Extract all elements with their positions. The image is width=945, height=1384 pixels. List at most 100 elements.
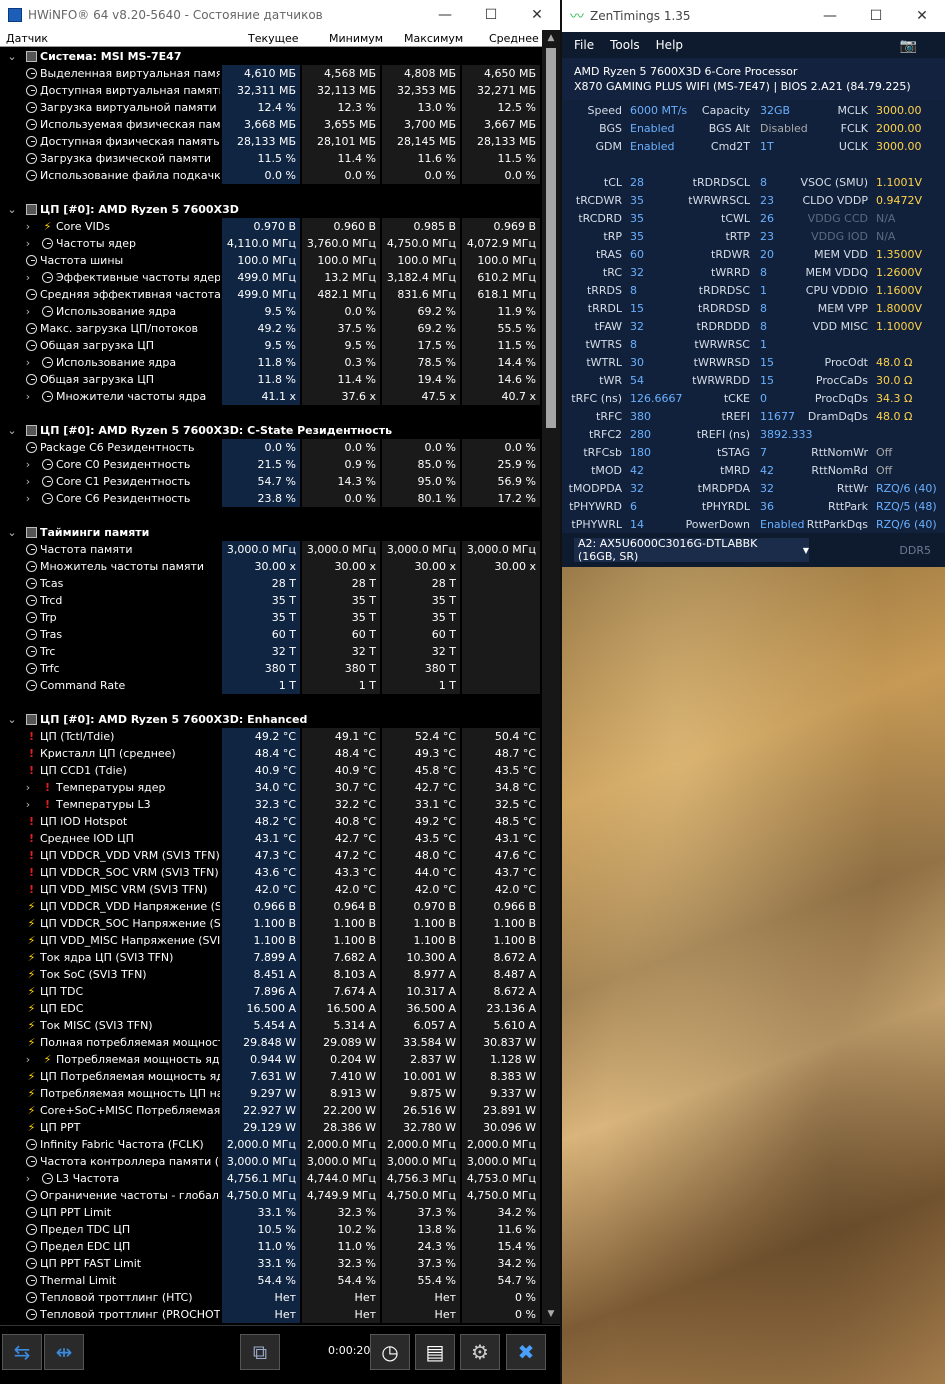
sensor-row[interactable]: ⚡ ЦП TDC 7.896 A 7.674 A 10.317 A 8.672 A bbox=[0, 983, 542, 1000]
sensor-row[interactable]: ⚡ ЦП VDDCR_SOC Напряжение (SV... 1.100 В 1.… bbox=[0, 915, 542, 932]
close-button[interactable]: ✕ bbox=[514, 0, 560, 30]
reset-timer-button[interactable]: ◷ bbox=[370, 1334, 410, 1370]
sensor-group[interactable]: ⌄ Система: MSI MS-7E47 bbox=[0, 48, 542, 65]
sensor-row[interactable]: ⚡ Core+SoC+MISC Потребляемая ... 22.927 W2… bbox=[0, 1102, 542, 1119]
zentimings-titlebar[interactable]: 〰 ZenTimings 1.35 — ☐ ✕ bbox=[562, 0, 945, 32]
expand-chevron-icon[interactable]: › bbox=[22, 456, 34, 473]
column-sensor[interactable]: Датчик bbox=[6, 32, 48, 45]
expand-chevron-icon[interactable]: › bbox=[22, 218, 34, 235]
sensor-row[interactable]: Частота контроллера памяти (U... 3,000.0 … bbox=[0, 1153, 542, 1170]
sensor-row[interactable]: Выделенная виртуальная память 4,610 МБ 4,5… bbox=[0, 65, 542, 82]
sensor-row[interactable]: ЦП PPT FAST Limit 33.1 % 32.3 % 37.3 % 34.2 … bbox=[0, 1255, 542, 1272]
sensor-row[interactable]: ⚡ ЦП Потребляемая мощность яд... 7.631 W 7.… bbox=[0, 1068, 542, 1085]
sensor-group[interactable]: ⌄ ЦП [#0]: AMD Ryzen 5 7600X3D: Enhanced bbox=[0, 711, 542, 728]
sensor-row[interactable]: Общая загрузка ЦП 11.8 % 11.4 % 19.4 % 14.6 … bbox=[0, 371, 542, 388]
close-sensors-button[interactable]: ✖ bbox=[506, 1334, 546, 1370]
column-maximum[interactable]: Максимум bbox=[404, 32, 463, 45]
sensor-row[interactable]: Trfc 380 T 380 T 380 T bbox=[0, 660, 542, 677]
sensor-row[interactable]: ⚡ Потребляемая мощность ЦП на ... 9.297 W8… bbox=[0, 1085, 542, 1102]
sensor-row[interactable]: Infinity Fabric Частота (FCLK) 2,000.0 МГ… bbox=[0, 1136, 542, 1153]
sensor-row[interactable]: › Использование ядра 11.8 % 0.3 % 78.5 % 14.4… bbox=[0, 354, 542, 371]
sensor-row[interactable]: Tcas 28 T 28 T 28 T bbox=[0, 575, 542, 592]
expand-chevron-icon[interactable]: › bbox=[22, 235, 34, 252]
collapse-chevron-icon[interactable]: ⌄ bbox=[6, 711, 18, 728]
sensor-row[interactable]: Thermal Limit 54.4 % 54.4 % 55.4 % 54.7 % bbox=[0, 1272, 542, 1289]
columns-button[interactable]: ⇹ bbox=[44, 1334, 84, 1370]
sensor-row[interactable]: ⚡ Ток SoC (SVI3 TFN) 8.451 A 8.103 A 8.977 A… bbox=[0, 966, 542, 983]
scrollbar-thumb[interactable] bbox=[546, 48, 556, 428]
expand-chevron-icon[interactable]: › bbox=[22, 388, 34, 405]
sensor-row[interactable]: ЦП PPT Limit 33.1 % 32.3 % 37.3 % 34.2 % bbox=[0, 1204, 542, 1221]
sensor-group[interactable]: ⌄ Тайминги памяти bbox=[0, 524, 542, 541]
collapse-chevron-icon[interactable]: ⌄ bbox=[6, 524, 18, 541]
zt-minimize-button[interactable]: — bbox=[807, 1, 853, 31]
collapse-chevron-icon[interactable]: ⌄ bbox=[6, 422, 18, 439]
column-minimum[interactable]: Минимум bbox=[329, 32, 383, 45]
expand-chevron-icon[interactable]: › bbox=[22, 490, 34, 507]
screenshot-camera-icon[interactable]: 📷 bbox=[900, 38, 917, 54]
sensor-row[interactable]: Доступная физическая память 28,133 МБ 28,1… bbox=[0, 133, 542, 150]
sensor-row[interactable]: › Частоты ядер 4,110.0 МГц 3,760.0 МГц 4,750… bbox=[0, 235, 542, 252]
sensor-row[interactable]: Package C6 Резидентность 0.0 % 0.0 % 0.0 % 0… bbox=[0, 439, 542, 456]
sensor-row[interactable]: ⚡ ЦП EDC 16.500 A 16.500 A 36.500 A 23.136 A bbox=[0, 1000, 542, 1017]
sensor-row[interactable]: Общая загрузка ЦП 9.5 % 9.5 % 17.5 % 11.5 % bbox=[0, 337, 542, 354]
sensor-row[interactable]: ! Кристалл ЦП (среднее) 48.4 °C 48.4 °C 49.3… bbox=[0, 745, 542, 762]
sensor-row[interactable]: › Использование ядра 9.5 % 0.0 % 69.2 % 11.9 … bbox=[0, 303, 542, 320]
expand-chevron-icon[interactable]: › bbox=[22, 796, 34, 813]
sensor-row[interactable]: ⚡ Полная потребляемая мощность...29.848 W… bbox=[0, 1034, 542, 1051]
sensor-row[interactable]: Частота шины 100.0 МГц 100.0 МГц 100.0 МГц 1… bbox=[0, 252, 542, 269]
sensor-row[interactable]: › ⚡ Потребляемая мощность ядер 0.944 W 0.204… bbox=[0, 1051, 542, 1068]
zt-maximize-button[interactable]: ☐ bbox=[853, 1, 899, 31]
scroll-down-icon[interactable]: ▼ bbox=[542, 1309, 560, 1319]
sensor-group[interactable]: ⌄ ЦП [#0]: AMD Ryzen 5 7600X3D: C-State Р… bbox=[0, 422, 542, 439]
hwinfo-titlebar[interactable]: HWiNFO® 64 v8.20-5640 - Состояние датчик… bbox=[0, 0, 560, 30]
sensor-row[interactable]: › Core C1 Резидентность 54.7 % 14.3 % 95.0 %… bbox=[0, 473, 542, 490]
expand-chevron-icon[interactable]: › bbox=[22, 354, 34, 371]
sensor-row[interactable]: Использование файла подкачки 0.0 % 0.0 % 0.… bbox=[0, 167, 542, 184]
sensor-row[interactable]: ! ЦП IOD Hotspot 48.2 °C 40.8 °C 49.2 °C 48.5… bbox=[0, 813, 542, 830]
sensor-row[interactable]: Доступная виртуальная память 32,311 МБ 32,… bbox=[0, 82, 542, 99]
sensor-row[interactable]: ! ЦП VDD_MISC VRM (SVI3 TFN) 42.0 °C 42.0 °… bbox=[0, 881, 542, 898]
maximize-button[interactable]: ☐ bbox=[468, 0, 514, 30]
sensor-row[interactable]: › Core C0 Резидентность 21.5 % 0.9 % 85.0 % 2… bbox=[0, 456, 542, 473]
sensor-row[interactable]: Макс. загрузка ЦП/потоков 49.2 % 37.5 % 69.… bbox=[0, 320, 542, 337]
sensor-row[interactable]: Предел TDC ЦП 10.5 % 10.2 % 13.8 % 11.6 % bbox=[0, 1221, 542, 1238]
logging-button[interactable]: ▤ bbox=[415, 1334, 455, 1370]
sensor-row[interactable]: › Множители частоты ядра 41.1 x 37.6 x 47.5 … bbox=[0, 388, 542, 405]
expand-chevron-icon[interactable]: › bbox=[22, 269, 34, 286]
sensor-row[interactable]: › Эффективные частоты ядер 499.0 МГц 13.2 М… bbox=[0, 269, 542, 286]
sensor-row[interactable]: Загрузка виртуальной памяти 12.4 % 12.3 % 1… bbox=[0, 99, 542, 116]
sensor-row[interactable]: Тепловой троттлинг (PROCHOT ... Нет Нет Нет… bbox=[0, 1306, 542, 1323]
sensor-row[interactable]: ⚡ ЦП VDD_MISC Напряжение (SVI3... 1.100 В1… bbox=[0, 932, 542, 949]
sensor-row[interactable]: › Core C6 Резидентность 23.8 % 0.0 % 80.1 % 1… bbox=[0, 490, 542, 507]
sensor-row[interactable]: ⚡ Ток MISC (SVI3 TFN) 5.454 A 5.314 A 6.057 … bbox=[0, 1017, 542, 1034]
sensor-row[interactable]: Trc 32 T 32 T 32 T bbox=[0, 643, 542, 660]
menu-help[interactable]: Help bbox=[656, 38, 683, 52]
expand-chevron-icon[interactable]: › bbox=[22, 473, 34, 490]
column-current[interactable]: Текущее bbox=[248, 32, 299, 45]
sensor-row[interactable]: Предел EDC ЦП 11.0 % 11.0 % 24.3 % 15.4 % bbox=[0, 1238, 542, 1255]
sensor-row[interactable]: ! Среднее IOD ЦП 43.1 °C 42.7 °C 43.5 °C 43.1… bbox=[0, 830, 542, 847]
sensor-row[interactable]: ›! Температуры L3 32.3 °C 32.2 °C 33.1 °C 32.… bbox=[0, 796, 542, 813]
expand-chevron-icon[interactable]: › bbox=[22, 303, 34, 320]
network-button[interactable]: ⧉ bbox=[240, 1334, 280, 1370]
sensor-row[interactable]: ! ЦП (Tctl/Tdie) 49.2 °C 49.1 °C 52.4 °C 50.4… bbox=[0, 728, 542, 745]
sensor-group[interactable]: ⌄ ЦП [#0]: AMD Ryzen 5 7600X3D bbox=[0, 201, 542, 218]
collapse-chevron-icon[interactable]: ⌄ bbox=[6, 201, 18, 218]
settings-button[interactable]: ⚙ bbox=[460, 1334, 500, 1370]
sensor-row[interactable]: ! ЦП VDDCR_VDD VRM (SVI3 TFN) 47.3 °C 47.2 … bbox=[0, 847, 542, 864]
sensor-row[interactable]: ›! Температуры ядер 34.0 °C 30.7 °C 42.7 °C 3… bbox=[0, 779, 542, 796]
sensor-row[interactable]: › ⚡ Core VIDs 0.970 В 0.960 В 0.985 В 0.969 В bbox=[0, 218, 542, 235]
expand-chevron-icon[interactable]: › bbox=[22, 779, 34, 796]
zt-close-button[interactable]: ✕ bbox=[899, 1, 945, 31]
sensor-row[interactable]: ! ЦП VDDCR_SOC VRM (SVI3 TFN) 43.6 °C 43.3 … bbox=[0, 864, 542, 881]
minimize-button[interactable]: — bbox=[422, 0, 468, 30]
sensor-row[interactable]: Загрузка физической памяти 11.5 % 11.4 % 11… bbox=[0, 150, 542, 167]
menu-tools[interactable]: Tools bbox=[610, 38, 640, 52]
sensor-row[interactable]: Command Rate 1 T1 T1 T bbox=[0, 677, 542, 694]
sensor-row[interactable]: Tras 60 T 60 T 60 T bbox=[0, 626, 542, 643]
memory-module-select[interactable]: A2: AX5U6000C3016G-DTLABBK (16GB, SR) ▼ bbox=[574, 537, 809, 563]
sensor-row[interactable]: Ограничение частоты - глобально 4,750.0 М… bbox=[0, 1187, 542, 1204]
expand-chevron-icon[interactable]: › bbox=[22, 1051, 34, 1068]
sensor-row[interactable]: Trcd 35 T 35 T 35 T bbox=[0, 592, 542, 609]
